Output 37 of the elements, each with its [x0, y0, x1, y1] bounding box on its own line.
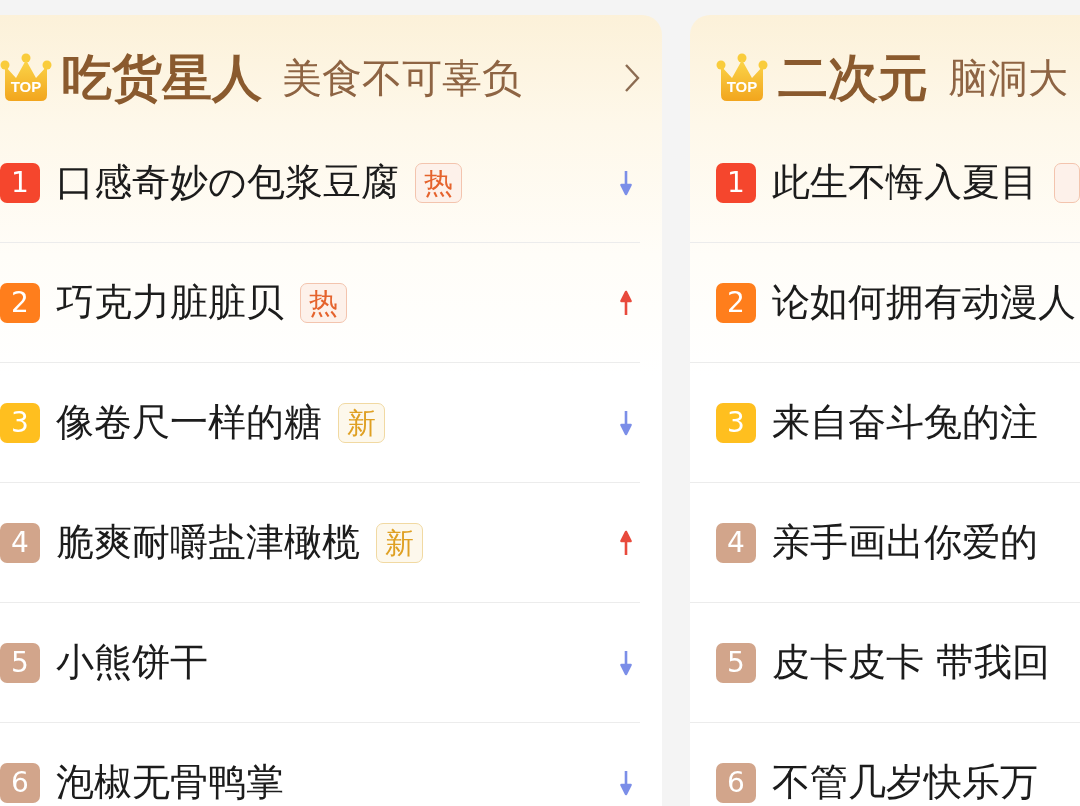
- trending-item-title[interactable]: 巧克力脏脏贝: [56, 281, 284, 324]
- crown-icon: [0, 53, 52, 103]
- new-tag: 新: [338, 402, 385, 443]
- chevron-right-icon[interactable]: [624, 63, 640, 93]
- rank-badge: 4: [0, 522, 40, 563]
- rank-badge: 4: [716, 522, 756, 563]
- hot-tag: 热: [300, 282, 347, 323]
- trending-item-title[interactable]: 小熊饼干: [56, 641, 208, 684]
- list-title: 二次元: [778, 48, 928, 108]
- rank-badge: 5: [0, 642, 40, 683]
- trending-item-title[interactable]: 口感奇妙の包浆豆腐: [56, 161, 399, 204]
- new-tag: 新: [376, 522, 423, 563]
- trending-item-title[interactable]: 亲手画出你爱的: [772, 521, 1038, 564]
- top-label: TOP: [725, 78, 759, 95]
- rank-badge: 2: [716, 282, 756, 323]
- rank-badge: 1: [0, 162, 40, 203]
- trending-item-title[interactable]: 像卷尺一样的糖: [56, 401, 322, 444]
- trending-item-title[interactable]: 泡椒无骨鸭掌: [56, 761, 284, 804]
- crown-icon: [716, 53, 768, 103]
- rank-badge: 1: [716, 162, 756, 203]
- list-subtitle: 美食不可辜负: [282, 54, 522, 102]
- rank-badge: 3: [716, 402, 756, 443]
- rank-badge: 5: [716, 642, 756, 683]
- trending-item-title[interactable]: 脆爽耐嚼盐津橄榄: [56, 521, 360, 564]
- list-title: 吃货星人: [62, 48, 262, 108]
- trending-item-title[interactable]: 来自奋斗兔的注: [772, 401, 1038, 444]
- trending-item-title[interactable]: 皮卡皮卡 带我回: [772, 641, 1051, 684]
- rank-badge: 2: [0, 282, 40, 323]
- rank-badge: 6: [0, 762, 40, 803]
- hot-tag: 热: [415, 162, 462, 203]
- top-label: TOP: [9, 78, 43, 95]
- trending-item-title[interactable]: 此生不悔入夏目: [772, 161, 1038, 204]
- trending-item-title[interactable]: 论如何拥有动漫人: [772, 281, 1076, 324]
- trending-item-title[interactable]: 不管几岁快乐万: [772, 761, 1038, 804]
- list-subtitle: 脑洞大: [948, 54, 1068, 102]
- rank-badge: 3: [0, 402, 40, 443]
- rank-badge: 6: [716, 762, 756, 803]
